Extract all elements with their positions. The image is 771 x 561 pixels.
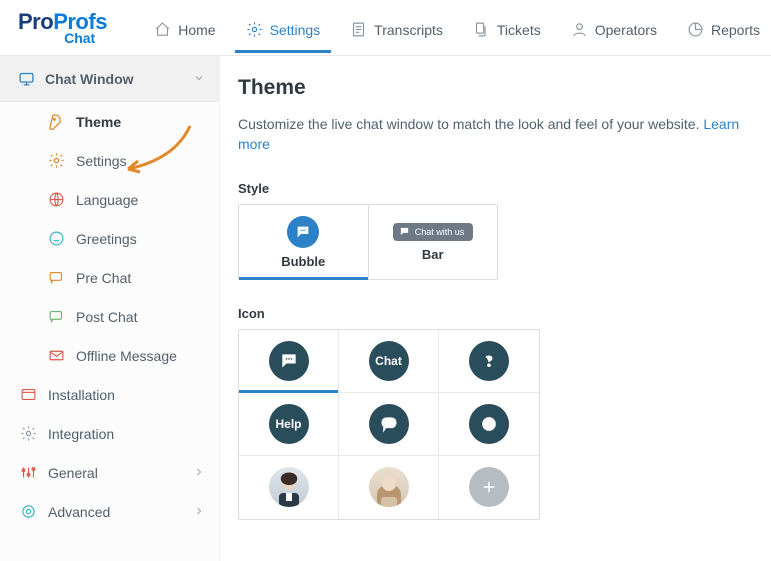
icon-option-question[interactable] — [439, 330, 539, 393]
gear-outline-icon — [20, 503, 37, 520]
icon-section-label: Icon — [238, 306, 753, 321]
style-option-bubble[interactable]: Bubble — [239, 205, 368, 279]
icon-option-avatar-male[interactable] — [239, 456, 339, 519]
section-label: Installation — [48, 387, 115, 403]
chevron-right-icon — [193, 504, 205, 520]
icon-option-avatar-female[interactable] — [339, 456, 439, 519]
nav-label: Transcripts — [374, 22, 443, 38]
window-icon — [20, 386, 37, 403]
subnav-label: Pre Chat — [76, 270, 131, 286]
help-text-icon: Help — [269, 404, 309, 444]
icon-grid: Chat Help — [238, 329, 540, 520]
subnav-label: Settings — [76, 153, 127, 169]
style-label: Bubble — [281, 254, 325, 269]
subnav-offline[interactable]: Offline Message — [0, 336, 219, 375]
nav-settings[interactable]: Settings — [235, 3, 332, 52]
accordion-chat-window[interactable]: Chat Window — [0, 56, 219, 102]
section-integration[interactable]: Integration — [0, 414, 219, 453]
icon-option-ring[interactable] — [439, 393, 539, 456]
avatar-male-icon — [269, 467, 309, 507]
plus-icon — [469, 467, 509, 507]
chat-icon — [48, 308, 65, 325]
gear-icon — [246, 21, 263, 38]
palette-icon — [48, 113, 65, 130]
subnav-theme[interactable]: Theme — [0, 102, 219, 141]
bubble-icon — [287, 216, 319, 248]
mail-icon — [48, 347, 65, 364]
nav-operators[interactable]: Operators — [560, 3, 668, 52]
subnav-label: Greetings — [76, 231, 137, 247]
nav-label: Tickets — [497, 22, 541, 38]
chat-icon — [48, 269, 65, 286]
nav-home[interactable]: Home — [143, 3, 226, 52]
content-area: Theme Customize the live chat window to … — [220, 56, 771, 561]
chevron-right-icon — [193, 465, 205, 481]
style-options: Bubble Chat with us Bar — [238, 204, 498, 280]
subnav-label: Post Chat — [76, 309, 137, 325]
document-icon — [350, 21, 367, 38]
icon-option-add[interactable] — [439, 456, 539, 519]
speech-bubble-icon — [269, 341, 309, 381]
question-icon — [469, 341, 509, 381]
section-label: Integration — [48, 426, 114, 442]
gear-icon — [20, 425, 37, 442]
active-underline — [235, 50, 332, 53]
style-label: Bar — [422, 247, 444, 262]
avatar-female-icon — [369, 467, 409, 507]
user-icon — [571, 21, 588, 38]
subnav-label: Language — [76, 192, 138, 208]
section-label: Advanced — [48, 504, 110, 520]
subnav-language[interactable]: Language — [0, 180, 219, 219]
bar-preview-icon: Chat with us — [393, 223, 473, 241]
ring-icon — [469, 404, 509, 444]
subnav-settings[interactable]: Settings — [0, 141, 219, 180]
subnav-label: Theme — [76, 114, 121, 130]
ticket-icon — [473, 21, 490, 38]
logo-pro: Pro — [18, 9, 53, 34]
speech-outline-icon — [369, 404, 409, 444]
logo-chat: Chat — [64, 31, 95, 45]
chat-window-icon — [18, 70, 35, 87]
page-description: Customize the live chat window to match … — [238, 114, 753, 155]
smile-icon — [48, 230, 65, 247]
style-section-label: Style — [238, 181, 753, 196]
subnav-prechat[interactable]: Pre Chat — [0, 258, 219, 297]
accordion-label: Chat Window — [45, 71, 134, 87]
bar-preview-text: Chat with us — [415, 227, 465, 237]
brand-logo: ProProfs Chat — [0, 11, 123, 45]
chat-text-icon: Chat — [369, 341, 409, 381]
page-title: Theme — [238, 76, 753, 100]
section-installation[interactable]: Installation — [0, 375, 219, 414]
section-advanced[interactable]: Advanced — [0, 492, 219, 531]
nav-label: Settings — [270, 22, 321, 38]
icon-option-speech-outline[interactable] — [339, 393, 439, 456]
subnav-greetings[interactable]: Greetings — [0, 219, 219, 258]
section-general[interactable]: General — [0, 453, 219, 492]
icon-option-chat-text[interactable]: Chat — [339, 330, 439, 393]
style-option-bar[interactable]: Chat with us Bar — [368, 205, 498, 279]
subnav-postchat[interactable]: Post Chat — [0, 297, 219, 336]
nav-transcripts[interactable]: Transcripts — [339, 3, 454, 52]
nav-label: Operators — [595, 22, 657, 38]
sliders-icon — [20, 464, 37, 481]
chevron-down-icon — [193, 71, 205, 87]
subnav-label: Offline Message — [76, 348, 177, 364]
nav-label: Reports — [711, 22, 760, 38]
sidebar: Chat Window Theme Settings Language Gree… — [0, 56, 220, 561]
nav-label: Home — [178, 22, 215, 38]
icon-option-speech[interactable] — [239, 330, 339, 393]
nav-tickets[interactable]: Tickets — [462, 3, 552, 52]
home-icon — [154, 21, 171, 38]
pie-icon — [687, 21, 704, 38]
globe-icon — [48, 191, 65, 208]
top-nav: ProProfs Chat Home Settings Transcripts … — [0, 0, 771, 56]
gear-icon — [48, 152, 65, 169]
section-label: General — [48, 465, 98, 481]
icon-option-help-text[interactable]: Help — [239, 393, 339, 456]
nav-reports[interactable]: Reports — [676, 3, 771, 52]
